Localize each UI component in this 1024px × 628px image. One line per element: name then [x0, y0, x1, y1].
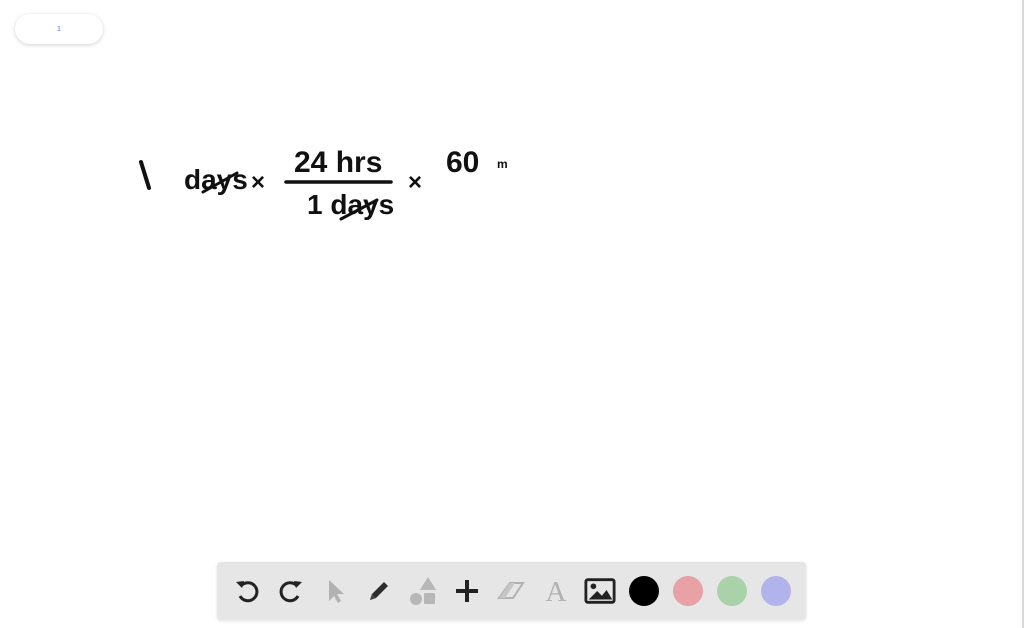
color-lavender-swatch [760, 576, 791, 606]
pencil-button[interactable] [363, 575, 395, 607]
plus-icon [456, 580, 479, 602]
drawing-canvas[interactable]: days × 24 hrs 1 days × 60 m [0, 0, 1024, 628]
eraser-button[interactable] [495, 575, 527, 607]
add-button[interactable] [451, 575, 483, 607]
times-sign-1: × [251, 169, 265, 196]
svg-text:A: A [545, 576, 566, 606]
color-lavender-button[interactable] [760, 575, 792, 607]
times-sign-2: × [408, 169, 422, 196]
term3-number: 60 [446, 146, 479, 179]
shapes-button[interactable] [407, 575, 439, 607]
color-black-button[interactable] [628, 575, 660, 607]
drawing-toolbar: A [217, 562, 806, 620]
color-green-button[interactable] [716, 575, 748, 607]
pointer-icon [329, 580, 345, 603]
shapes-icon [410, 577, 437, 605]
image-button[interactable] [584, 575, 616, 607]
undo-button[interactable] [231, 575, 263, 607]
term3-unit: m [497, 157, 508, 171]
whiteboard-app: 1 days × 24 hrs 1 days × 60 m A [0, 0, 1024, 628]
color-green-swatch [716, 576, 747, 606]
pointer-button[interactable] [319, 575, 351, 607]
color-pink-button[interactable] [672, 575, 704, 607]
text-button[interactable]: A [540, 575, 572, 607]
term1-unit: days [184, 164, 248, 195]
redo-icon [279, 581, 303, 603]
image-icon [584, 578, 616, 604]
undo-icon [236, 581, 259, 603]
text-icon: A [545, 576, 566, 606]
eraser-icon [497, 582, 526, 599]
fraction-numerator: 24 hrs [294, 146, 382, 179]
pencil-icon [370, 582, 389, 600]
redo-button[interactable] [275, 575, 307, 607]
term1-number-stroke [139, 160, 151, 190]
handwriting-layer: days × 24 hrs 1 days × 60 m [139, 146, 508, 221]
color-black-swatch [628, 576, 659, 606]
color-pink-swatch [672, 576, 703, 606]
